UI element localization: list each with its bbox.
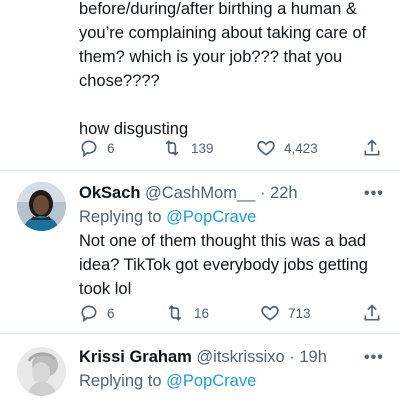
share-button[interactable] [362,302,382,324]
reply-count: 6 [107,305,115,321]
mention-link[interactable]: @PopCrave [166,372,256,390]
reply-line: idea? TikTok got everybody jobs getting [79,256,368,274]
reply-body: Not one of them thought this was a bad i… [79,229,384,301]
reply-icon [79,138,99,158]
user-handle[interactable]: @CashMom__ [145,184,255,202]
retweet-count: 16 [194,305,210,321]
tweet-line: them? which is your job??? that you [79,48,343,66]
like-button[interactable]: 4,423 [256,137,318,159]
tweet-line: chose???? [79,72,160,90]
reply-header: OkSach @CashMom__ · 22h [79,182,298,204]
mention-link[interactable]: @PopCrave [166,208,256,226]
tweet-actions: 6 139 4,423 [0,137,400,159]
more-icon[interactable]: ••• [364,186,384,202]
timestamp[interactable]: 22h [270,184,298,202]
user-handle[interactable]: @itskrissixo [196,348,284,366]
tweet-line [79,93,389,117]
retweet-icon [161,138,183,158]
like-count: 713 [288,305,311,321]
more-icon[interactable]: ••• [364,350,384,366]
retweet-button[interactable]: 16 [164,302,209,324]
reply-button[interactable]: 6 [79,302,115,324]
reply-tweet[interactable]: OkSach @CashMom__ · 22h ••• Replying to … [0,171,400,333]
display-name[interactable]: OkSach [79,184,140,202]
tweet-line: you’re complaining about taking care of [79,24,367,42]
heart-icon [256,138,276,158]
tweet-line: before/during/after birthing a human & [79,0,357,18]
reply-header: Krissi Graham @itskrissixo · 19h [79,346,327,368]
retweet-icon [164,303,186,323]
share-icon [362,303,382,323]
avatar[interactable] [17,182,66,231]
reply-actions: 6 16 713 [0,302,400,324]
share-button[interactable] [362,137,382,159]
timestamp[interactable]: 19h [299,348,327,366]
retweet-button[interactable]: 139 [161,137,214,159]
separator: · [259,184,266,202]
heart-icon [260,303,280,323]
share-icon [362,138,382,158]
replying-label: Replying to [79,208,162,226]
display-name[interactable]: Krissi Graham [79,348,192,366]
reply-line: Not one of them thought this was a bad [79,232,367,250]
avatar[interactable] [17,347,66,396]
replying-to: Replying to @PopCrave [79,370,256,392]
retweet-count: 139 [191,140,214,156]
reply-tweet[interactable]: Krissi Graham @itskrissixo · 19h ••• Rep… [0,334,400,400]
replying-label: Replying to [79,372,162,390]
tweet-body: before/during/after birthing a human & y… [79,0,389,141]
reply-button[interactable]: 6 [79,137,115,159]
reply-icon [79,303,99,323]
like-count: 4,423 [284,140,318,156]
tweet-top: before/during/after birthing a human & y… [0,0,400,170]
reply-line: took lol [79,280,132,298]
like-button[interactable]: 713 [260,302,311,324]
replying-to: Replying to @PopCrave [79,206,256,228]
reply-count: 6 [107,140,115,156]
separator: · [289,348,295,366]
